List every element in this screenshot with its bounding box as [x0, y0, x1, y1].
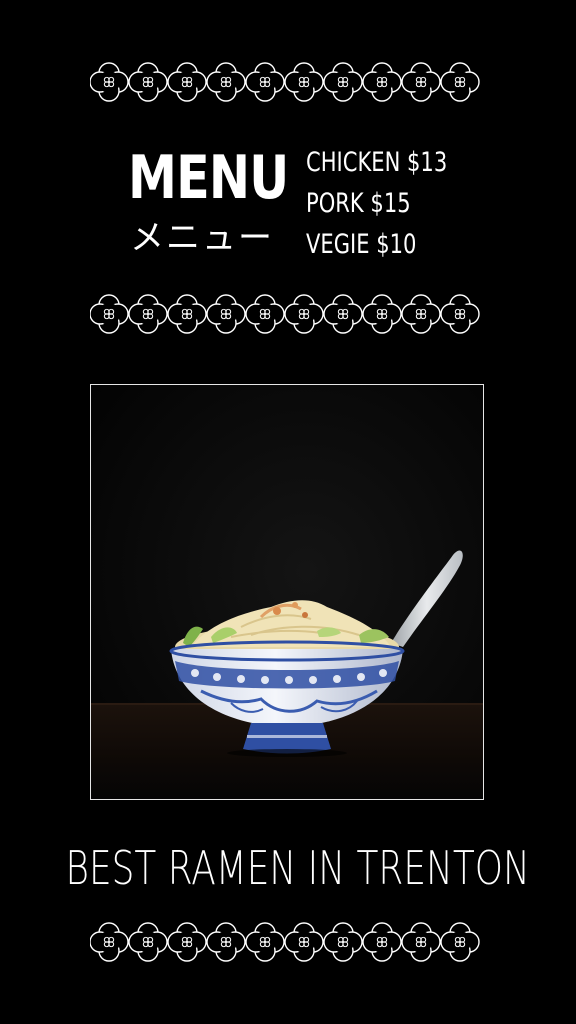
flower-ornament-icon	[362, 922, 402, 962]
flower-ornament-icon	[90, 294, 129, 334]
tagline-text: BEST RAMEN IN TRENTON	[65, 841, 530, 895]
flower-ornament-icon	[284, 62, 324, 102]
flower-ornament-icon	[245, 62, 285, 102]
flower-ornament-icon	[284, 922, 324, 962]
flower-ornament-icon	[401, 922, 441, 962]
flower-ornament-icon	[90, 922, 129, 962]
price-list: CHICKEN $13 PORK $15 VEGIE $10	[306, 142, 487, 265]
price-item-vegie: VEGIE $10	[306, 229, 417, 260]
flower-ornament-icon	[401, 294, 441, 334]
tagline: BEST RAMEN IN TRENTON	[0, 838, 576, 898]
middle-ornament-border	[90, 290, 486, 338]
flower-ornament-icon	[440, 294, 480, 334]
flower-ornament-icon	[440, 62, 480, 102]
ramen-photo	[90, 384, 484, 800]
flower-ornament-icon	[128, 922, 168, 962]
menu-block: MENU メニュー CHICKEN $13 PORK $15 VEGIE $10	[128, 140, 468, 270]
flower-ornament-icon	[128, 294, 168, 334]
flower-ornament-icon	[323, 62, 363, 102]
flower-ornament-icon	[323, 922, 363, 962]
ramen-bowl-image	[91, 385, 483, 799]
flower-ornament-icon	[206, 62, 246, 102]
flower-ornament-icon	[128, 62, 168, 102]
flower-ornament-icon	[167, 294, 207, 334]
price-item-pork: PORK $15	[306, 188, 411, 219]
top-ornament-border	[90, 58, 486, 106]
flower-ornament-icon	[401, 62, 441, 102]
flower-ornament-icon	[323, 294, 363, 334]
price-item-chicken: CHICKEN $13	[306, 147, 448, 178]
flower-ornament-icon	[245, 922, 285, 962]
flower-ornament-icon	[90, 62, 129, 102]
flower-ornament-icon	[284, 294, 324, 334]
flower-ornament-icon	[206, 922, 246, 962]
flower-ornament-icon	[362, 62, 402, 102]
flower-ornament-icon	[362, 294, 402, 334]
menu-title-japanese: メニュー	[130, 218, 274, 258]
flower-ornament-icon	[167, 922, 207, 962]
bottom-ornament-border	[90, 918, 486, 966]
menu-title: MENU	[128, 143, 289, 213]
flower-ornament-icon	[440, 922, 480, 962]
flower-ornament-icon	[206, 294, 246, 334]
flower-ornament-icon	[245, 294, 285, 334]
flower-ornament-icon	[167, 62, 207, 102]
